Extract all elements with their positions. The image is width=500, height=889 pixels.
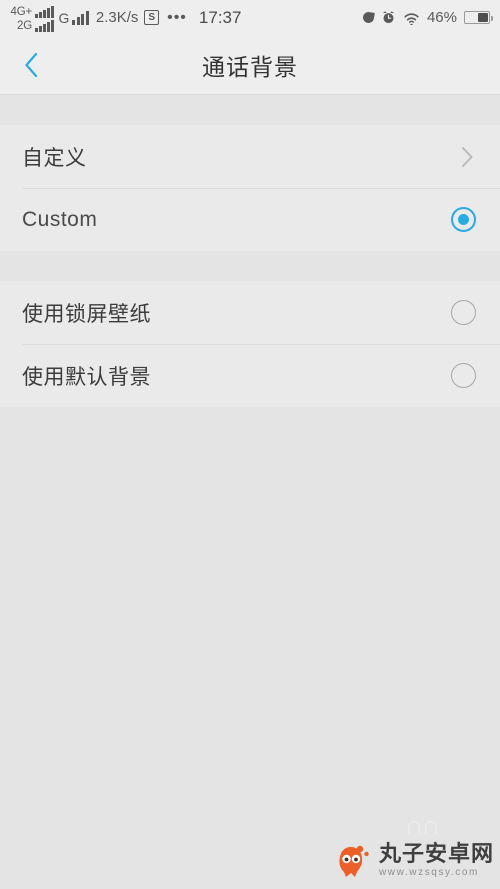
- dual-sim-indicator: 4G+ 2G: [6, 4, 54, 32]
- sim2-row: 2G: [6, 18, 54, 32]
- watermark-ghost-mark: ∩∩: [404, 810, 440, 840]
- battery-percent-label: 46%: [426, 9, 457, 26]
- data-signal-icon: [72, 10, 89, 25]
- radio-icon-lockscreen-wallpaper[interactable]: [451, 300, 476, 325]
- list-row-custom-picker[interactable]: 自定义: [0, 125, 500, 188]
- sim2-network-label: 2G: [17, 19, 32, 32]
- data-network-label: G: [58, 9, 70, 26]
- chevron-left-icon: [25, 52, 38, 77]
- site-watermark: 丸子安卓网 www.wzsqsy.com: [331, 839, 494, 881]
- sync-badge-icon: S: [144, 10, 160, 25]
- sim2-signal-icon: [35, 19, 54, 32]
- sim1-signal-icon: [35, 5, 54, 18]
- list-row-lockscreen-wallpaper[interactable]: 使用锁屏壁纸: [0, 281, 500, 344]
- list-row-label: Custom: [22, 207, 98, 231]
- list-row-label: 使用锁屏壁纸: [22, 302, 151, 326]
- wifi-icon: [404, 12, 419, 25]
- more-icons-ellipsis: •••: [167, 8, 187, 26]
- status-bar-right: 46%: [362, 9, 493, 26]
- status-bar: 4G+ 2G G 2.3K/s S ••• 17:37 46%: [0, 0, 500, 35]
- settings-group-custom: 自定义 Custom: [0, 125, 500, 251]
- mascot-logo-icon: [339, 845, 369, 877]
- settings-group-presets: 使用锁屏壁纸 使用默认背景: [0, 281, 500, 407]
- list-row-label: 自定义: [22, 146, 87, 170]
- battery-fill: [477, 13, 488, 22]
- settings-content: 自定义 Custom 使用锁屏壁纸 使用默认背景 ∩∩ 丸子安卓网 www.wz…: [0, 95, 500, 889]
- watermark-text: 丸子安卓网 www.wzsqsy.com: [378, 840, 494, 878]
- watermark-url: www.wzsqsy.com: [378, 866, 479, 878]
- watermark-site-name: 丸子安卓网: [378, 840, 494, 866]
- list-row-label: 使用默认背景: [22, 365, 151, 389]
- sim1-row: 4G+: [6, 4, 54, 18]
- data-speed-label: 2.3K/s: [95, 9, 139, 26]
- dnd-moon-icon: [362, 11, 375, 24]
- alarm-clock-icon: [382, 11, 395, 24]
- back-button[interactable]: [0, 35, 62, 95]
- section-gap-middle: [0, 251, 500, 281]
- sim1-network-label: 4G+: [10, 5, 33, 18]
- title-bar: 通话背景: [0, 35, 500, 95]
- list-row-custom-option[interactable]: Custom: [0, 188, 500, 251]
- radio-icon-custom[interactable]: [451, 207, 476, 232]
- section-gap-top: [0, 95, 500, 125]
- list-row-default-background[interactable]: 使用默认背景: [0, 344, 500, 407]
- radio-icon-default-background[interactable]: [451, 363, 476, 388]
- status-bar-left: 4G+ 2G G 2.3K/s S ••• 17:37: [6, 4, 241, 32]
- chevron-right-icon: [462, 146, 473, 167]
- battery-icon: [464, 11, 493, 24]
- page-title: 通话背景: [202, 53, 298, 80]
- status-bar-clock: 17:37: [198, 7, 242, 27]
